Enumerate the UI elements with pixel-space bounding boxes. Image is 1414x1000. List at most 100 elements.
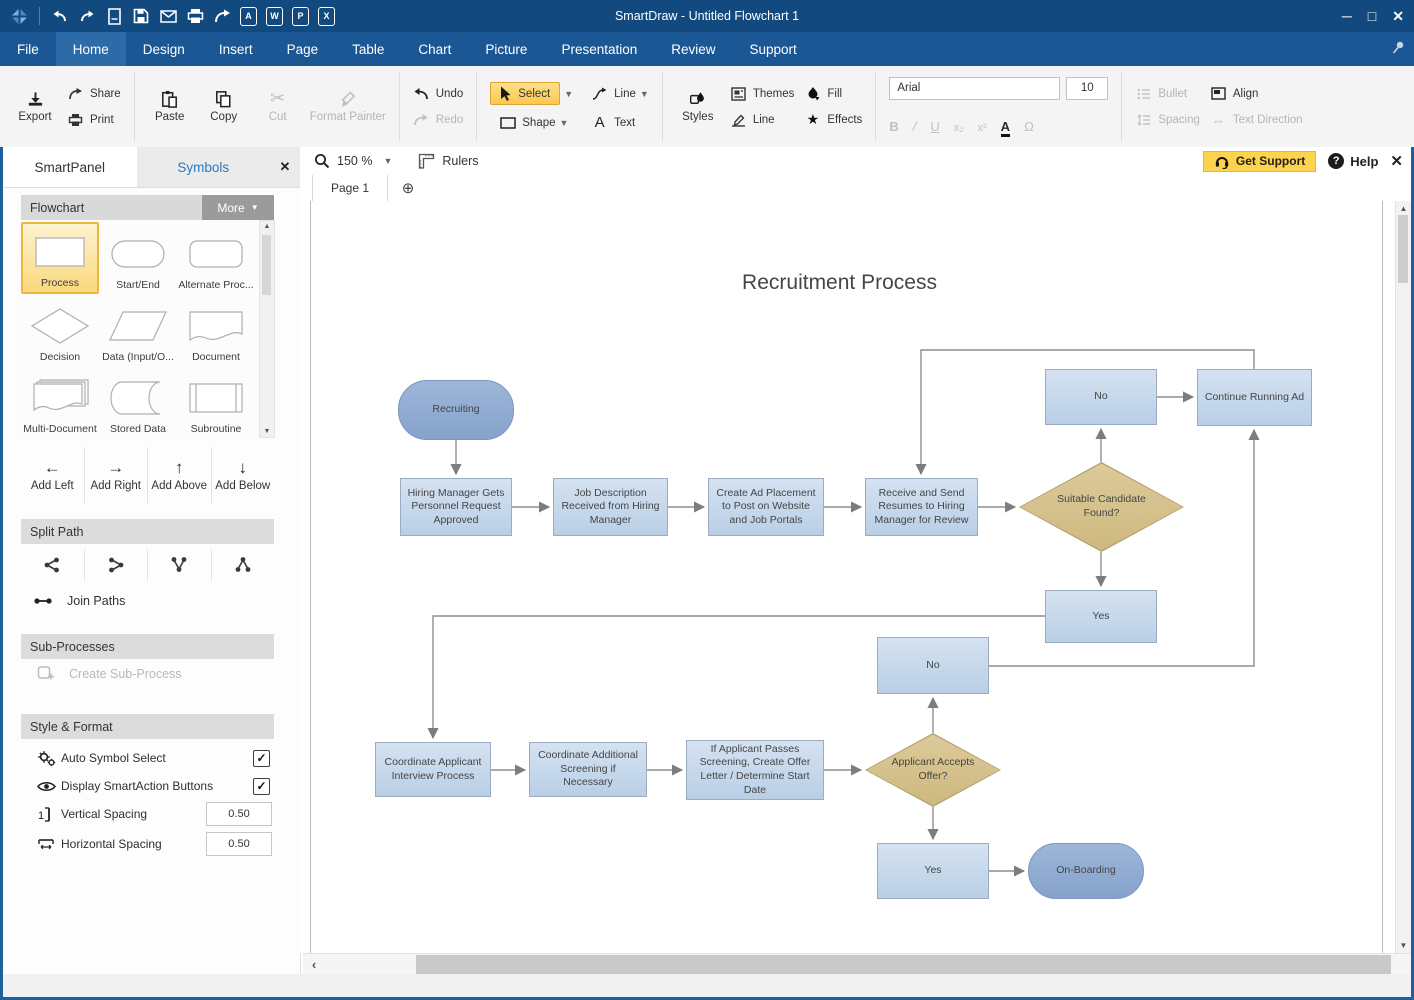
join-paths-button[interactable]: Join Paths [33,590,125,612]
scrollbar-thumb[interactable] [262,235,271,295]
italic-button[interactable]: / [913,119,917,134]
line-dropdown-arrow[interactable]: ▼ [640,89,649,99]
canvas-close-icon[interactable]: ✕ [1390,152,1403,170]
export-button[interactable]: Export [13,90,57,123]
symbol-process[interactable]: Process [21,222,99,294]
menu-item-picture[interactable]: Picture [468,32,544,66]
create-sub-process-button[interactable]: Create Sub-Process [37,665,182,682]
add-below-button[interactable]: ↓ Add Below [212,447,275,503]
print-button[interactable]: Print [67,111,121,128]
menu-item-review[interactable]: Review [654,32,732,66]
scroll-down-icon[interactable]: ▼ [260,428,274,435]
select-tool-button[interactable]: Select [490,82,560,105]
vertical-scrollbar[interactable]: ▲ ▼ [1395,201,1411,953]
add-left-button[interactable]: ← Add Left [21,447,85,503]
tab-symbols[interactable]: Symbols [137,147,271,187]
menu-item-support[interactable]: Support [733,32,814,66]
line-tool-button[interactable]: Line [591,85,636,102]
minimize-button[interactable]: ─ [1342,8,1352,24]
flowchart-node-no-1[interactable]: No [1045,369,1157,425]
drawing-canvas[interactable]: Recruitment Process RecruitingHiring Man… [300,201,1411,953]
paste-button[interactable]: Paste [148,90,192,123]
page-tab[interactable]: Page 1 [312,175,388,201]
excel-export-icon[interactable]: X [318,7,335,26]
flowchart-node-receive-resumes[interactable]: Receive and Send Resumes to Hiring Manag… [865,478,978,536]
more-button[interactable]: More▼ [202,195,274,220]
email-icon[interactable] [159,7,177,25]
redo-button[interactable]: Redo [413,111,464,128]
format-painter-button[interactable]: Format Painter [310,90,386,123]
split-down-icon[interactable] [148,549,212,581]
flowchart-node-job-description[interactable]: Job Description Received from Hiring Man… [553,478,668,536]
menu-item-page[interactable]: Page [270,32,336,66]
flowchart-node-continue-ad[interactable]: Continue Running Ad [1197,369,1312,426]
rulers-toggle[interactable]: Rulers [418,153,478,169]
get-support-button[interactable]: Get Support [1203,151,1316,172]
panel-close-icon[interactable]: ✕ [270,147,300,187]
flowchart-node-accepts-offer[interactable]: Applicant Accepts Offer? [865,733,1001,807]
undo-icon[interactable] [51,7,69,25]
add-right-button[interactable]: → Add Right [85,447,149,503]
maximize-button[interactable]: □ [1368,8,1376,24]
themes-button[interactable]: Themes [730,85,795,102]
print-icon[interactable] [186,7,204,25]
line-style-button[interactable]: Line [730,111,795,128]
menu-item-insert[interactable]: Insert [202,32,270,66]
split-up-icon[interactable] [212,549,275,581]
close-button[interactable]: ✕ [1392,8,1404,25]
scroll-up-icon[interactable]: ▲ [260,223,274,230]
effects-button[interactable]: ★ Effects [804,111,862,128]
symbol-decision[interactable]: Decision [21,294,99,366]
spacing-button[interactable]: Spacing [1135,111,1200,128]
smartaction-checkbox[interactable]: ✓ [253,778,270,795]
symbol-document[interactable]: Document [177,294,255,366]
select-dropdown-arrow[interactable]: ▼ [564,89,573,99]
horizontal-spacing-input[interactable] [206,832,272,856]
split-right-icon[interactable] [21,549,85,581]
scroll-down-icon[interactable]: ▼ [1396,941,1411,950]
underline-button[interactable]: U [930,119,939,134]
flowchart-node-offer-letter[interactable]: If Applicant Passes Screening, Create Of… [686,740,824,800]
flowchart-node-no-2[interactable]: No [877,637,989,694]
symbol-start-end[interactable]: Start/End [99,222,177,294]
tab-smartpanel[interactable]: SmartPanel [3,147,137,187]
font-name-input[interactable] [889,77,1060,100]
pdf-export-icon[interactable]: A [240,7,257,26]
vertical-spacing-input[interactable] [206,802,272,826]
text-tool-button[interactable]: A Text [591,114,649,131]
menu-item-design[interactable]: Design [126,32,202,66]
align-button[interactable]: Align [1210,85,1303,102]
text-direction-button[interactable]: ↔ Text Direction [1210,111,1303,128]
menu-item-table[interactable]: Table [335,32,401,66]
undo-button[interactable]: Undo [413,85,464,102]
flowchart-node-coordinate-interview[interactable]: Coordinate Applicant Interview Process [375,742,491,797]
flowchart-node-yes-1[interactable]: Yes [1045,590,1157,643]
font-size-input[interactable] [1066,77,1108,100]
menu-item-file[interactable]: File [0,32,56,66]
shape-tool-button[interactable]: Shape [490,114,555,131]
symbol-stored-data[interactable]: Stored Data [99,366,177,438]
shape-dropdown-arrow[interactable]: ▼ [560,118,569,128]
zoom-dropdown-arrow[interactable]: ▼ [383,156,392,166]
share-button[interactable]: Share [67,85,121,102]
superscript-button[interactable]: x² [978,122,987,134]
copy-button[interactable]: Copy [202,90,246,123]
powerpoint-export-icon[interactable]: P [292,7,309,26]
symbol-data[interactable]: Data (Input/O... [99,294,177,366]
pin-ribbon-icon[interactable] [1391,40,1406,55]
flowchart-node-suitable-candidate[interactable]: Suitable Candidate Found? [1019,462,1184,552]
symbol-subroutine[interactable]: Subroutine [177,366,255,438]
split-left-icon[interactable] [85,549,149,581]
zoom-control[interactable]: 150 % ▼ [314,153,392,169]
save-icon[interactable] [132,7,150,25]
flowchart-node-additional-screening[interactable]: Coordinate Additional Screening if Neces… [529,742,647,797]
help-button[interactable]: ? Help [1328,153,1378,169]
font-color-button[interactable]: A [1001,119,1010,137]
bullet-button[interactable]: Bullet [1135,85,1200,102]
horizontal-scrollbar[interactable]: ‹ [303,953,1411,975]
export-icon[interactable] [213,7,231,25]
styles-button[interactable]: Styles [676,90,720,123]
bold-button[interactable]: B [889,119,898,134]
scroll-up-icon[interactable]: ▲ [1396,204,1411,213]
add-above-button[interactable]: ↑ Add Above [148,447,212,503]
